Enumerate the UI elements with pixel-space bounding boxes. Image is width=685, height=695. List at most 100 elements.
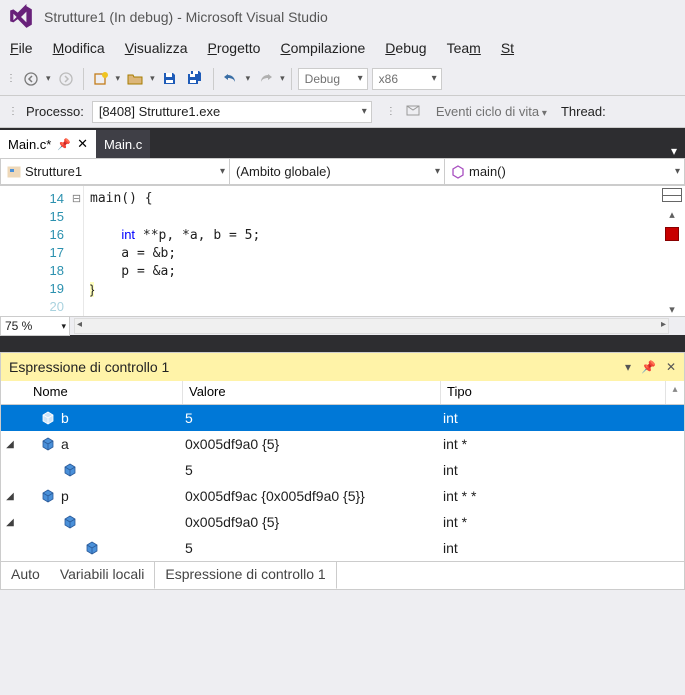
menu-strumenti[interactable]: St — [501, 40, 514, 56]
type-scope-value: (Ambito globale) — [236, 164, 331, 179]
tab-watch1[interactable]: Espressione di controllo 1 — [154, 561, 336, 589]
menu-visualizza[interactable]: Visualizza — [125, 40, 188, 56]
watch-name-cell[interactable]: a — [19, 436, 183, 452]
close-icon[interactable]: ✕ — [666, 360, 676, 374]
chevron-down-icon[interactable]: ▾ — [150, 73, 155, 84]
watch-row[interactable]: ◢0x005df9a0 {5}int * — [1, 509, 684, 535]
menu-team[interactable]: Team — [447, 40, 481, 56]
row-expander-icon[interactable]: ◢ — [1, 517, 19, 528]
tab-main-c[interactable]: Main.c — [96, 130, 150, 158]
pin-icon[interactable]: 📌 — [57, 138, 71, 151]
scroll-down-icon[interactable]: ▾ — [669, 303, 675, 316]
watch-row[interactable]: ◢p0x005df9ac {0x005df9a0 {5}}int * * — [1, 483, 684, 509]
undo-button[interactable] — [220, 68, 242, 90]
nav-back-button[interactable] — [20, 68, 42, 90]
tab-label: Main.c* — [8, 137, 51, 152]
chevron-down-icon[interactable]: ▾ — [246, 73, 251, 84]
watch-rows-container: b5int◢a0x005df9a0 {5}int *5int◢p0x005df9… — [1, 405, 684, 561]
variable-icon — [41, 489, 55, 503]
chevron-down-icon[interactable]: ▾ — [46, 73, 51, 84]
row-expander-icon[interactable]: ◢ — [1, 491, 19, 502]
variable-icon — [63, 463, 77, 477]
split-view-icon[interactable] — [662, 188, 682, 202]
code-editor[interactable]: 14 15 16 17 18 19 20 ⊟ main() { int **p,… — [0, 186, 685, 316]
type-scope-combo[interactable]: (Ambito globale) — [230, 158, 445, 185]
watch-type-cell: int — [441, 462, 684, 478]
tab-main-c-modified[interactable]: Main.c* 📌 ✕ — [0, 130, 96, 158]
lifecycle-events-dropdown[interactable]: Eventi ciclo di vita — [436, 104, 547, 119]
thread-label: Thread: — [561, 104, 606, 119]
save-button[interactable] — [159, 68, 181, 90]
row-expander-icon[interactable]: ◢ — [1, 439, 19, 450]
redo-button[interactable] — [254, 68, 276, 90]
column-header-value[interactable]: Valore — [183, 381, 441, 404]
watch-value-cell[interactable]: 0x005df9a0 {5} — [183, 436, 441, 452]
watch-panel-title-bar[interactable]: Espressione di controllo 1 ▾ 📌 ✕ — [1, 353, 684, 381]
watch-type-cell: int * — [441, 436, 684, 452]
tab-label: Main.c — [104, 137, 142, 152]
tab-locals[interactable]: Variabili locali — [50, 562, 155, 589]
tab-overflow-dropdown[interactable]: ▾ — [663, 144, 685, 158]
horizontal-scrollbar[interactable] — [74, 318, 669, 334]
code-content[interactable]: main() { int **p, *a, b = 5; a = &b; p =… — [84, 186, 659, 316]
column-header-type[interactable]: Tipo — [441, 381, 666, 404]
tab-auto[interactable]: Auto — [1, 562, 50, 589]
menu-modifica[interactable]: Modifica — [53, 40, 105, 56]
menu-compilazione[interactable]: Compilazione — [280, 40, 365, 56]
member-scope-combo[interactable]: main() — [445, 158, 685, 185]
scroll-up-icon[interactable]: ▴ — [666, 381, 684, 404]
watch-type-cell: int — [441, 540, 684, 556]
watch-type-cell: int * * — [441, 488, 684, 504]
watch-value-cell[interactable]: 5 — [183, 462, 441, 478]
scroll-up-icon[interactable]: ▴ — [669, 208, 675, 221]
watch-type-cell: int — [441, 410, 684, 426]
watch-value-cell[interactable]: 0x005df9ac {0x005df9a0 {5}} — [183, 488, 441, 504]
member-scope-value: main() — [469, 164, 506, 179]
outlining-margin[interactable]: ⊟ — [70, 186, 84, 316]
platform-combo[interactable]: x86 — [372, 68, 442, 90]
watch-name-cell[interactable] — [19, 515, 183, 529]
new-project-button[interactable] — [90, 68, 112, 90]
variable-icon — [41, 411, 55, 425]
configuration-combo[interactable]: Debug — [298, 68, 368, 90]
editor-right-margin: ▴ ▾ — [659, 186, 685, 316]
watch-name-cell[interactable] — [19, 463, 183, 477]
main-toolbar: ⋮ ▾ ▾ ▾ ▾ ▾ Debug x86 — [0, 62, 685, 96]
pin-icon[interactable]: 📌 — [641, 360, 656, 374]
close-icon[interactable]: ✕ — [77, 136, 88, 152]
watch-value-cell[interactable]: 5 — [183, 540, 441, 556]
chevron-down-icon[interactable]: ▾ — [280, 73, 285, 84]
debug-process-toolbar: ⋮ Processo: [8408] Strutture1.exe ⋮ Even… — [0, 96, 685, 128]
watch-row[interactable]: b5int — [1, 405, 684, 431]
watch-value-cell[interactable]: 0x005df9a0 {5} — [183, 514, 441, 530]
watch-name-cell[interactable]: b — [19, 410, 183, 426]
watch-name-cell[interactable]: p — [19, 488, 183, 504]
chevron-down-icon[interactable]: ▾ — [116, 73, 121, 84]
watch-row[interactable]: 5int — [1, 535, 684, 561]
watch-value-cell[interactable]: 5 — [183, 410, 441, 426]
breakpoint-marker-icon[interactable] — [665, 227, 679, 241]
watch-row[interactable]: ◢a0x005df9a0 {5}int * — [1, 431, 684, 457]
save-all-button[interactable] — [185, 68, 207, 90]
menu-progetto[interactable]: Progetto — [208, 40, 261, 56]
navigation-bar: Strutture1 (Ambito globale) main() — [0, 158, 685, 186]
panel-dropdown-icon[interactable]: ▾ — [625, 360, 631, 374]
watch-name-cell[interactable] — [19, 541, 183, 555]
menu-debug[interactable]: Debug — [385, 40, 426, 56]
toolbar-grip-icon: ⋮ — [386, 106, 396, 117]
watch-row[interactable]: 5int — [1, 457, 684, 483]
zoom-combo[interactable]: 75 % — [0, 316, 70, 336]
project-scope-combo[interactable]: Strutture1 — [0, 158, 230, 185]
watch-bottom-tabs: Auto Variabili locali Espressione di con… — [1, 561, 684, 589]
method-icon — [451, 165, 465, 179]
project-scope-value: Strutture1 — [25, 164, 82, 179]
title-bar: Strutture1 (In debug) - Microsoft Visual… — [0, 0, 685, 34]
nav-forward-button[interactable] — [55, 68, 77, 90]
menu-file[interactable]: File — [10, 40, 33, 56]
toolbar-grip-icon: ⋮ — [6, 73, 16, 84]
process-combo[interactable]: [8408] Strutture1.exe — [92, 101, 372, 123]
column-header-name[interactable]: Nome — [19, 381, 183, 404]
open-file-button[interactable] — [124, 68, 146, 90]
editor-status-bar: 75 % — [0, 316, 685, 338]
panel-separator[interactable] — [0, 338, 685, 352]
